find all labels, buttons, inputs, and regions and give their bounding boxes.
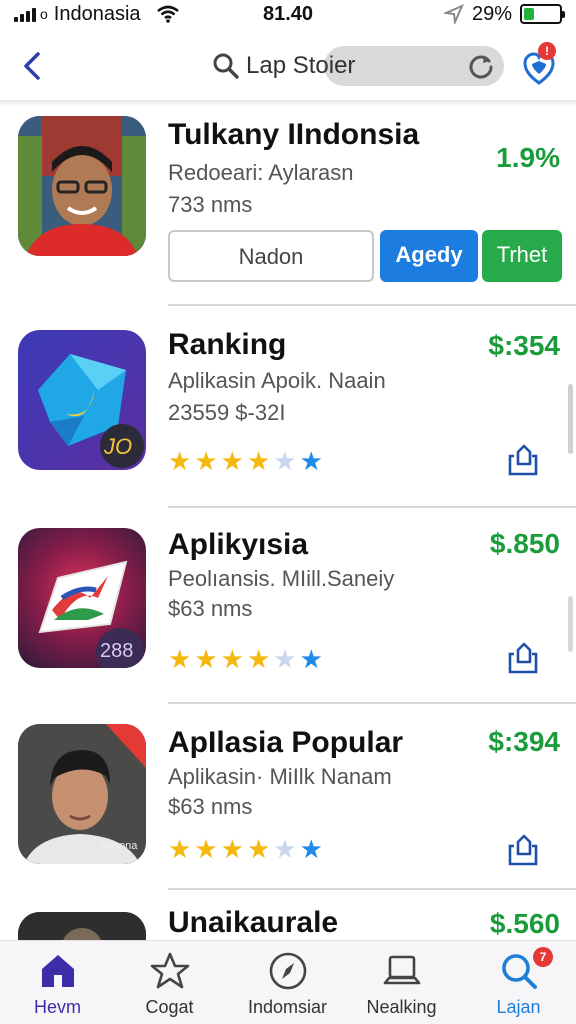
status-left: o Indonasia (14, 3, 179, 26)
star-icon: ★ (194, 446, 218, 476)
share-icon[interactable] (508, 442, 538, 476)
app-size: 23559 $-32I (168, 400, 286, 425)
star-icon: ★ (299, 446, 323, 476)
star-icon: ★ (273, 644, 297, 674)
tab-indomsiar[interactable]: Indomsiar (230, 941, 345, 1024)
app-title: Ranking (168, 328, 287, 361)
tab-label: Indomsiar (247, 997, 328, 1017)
app-thumbnail: JO (18, 330, 146, 470)
star-icon: ★ (168, 834, 192, 864)
location-icon (443, 4, 464, 24)
status-right: 29% (443, 2, 565, 26)
app-title: Tulkany IIndonsia (168, 118, 420, 151)
status-bar: o Indonasia 81.40 29% (0, 0, 576, 28)
person-photo (18, 116, 146, 256)
app-price: $.850 (489, 528, 560, 559)
app-badge: 288 (100, 640, 134, 662)
divider (168, 506, 576, 508)
tab-bar: Hevm Cogat Indomsiar Nealking 7 Lajan (0, 940, 576, 1024)
battery-icon (520, 4, 565, 24)
star-icon: ★ (246, 644, 271, 674)
star-icon: ★ (220, 644, 244, 674)
star-icon: ★ (220, 446, 244, 476)
rating-stars: ★ ★ ★ ★ ★ ★ (168, 836, 323, 862)
carrier-name: Indonasia (53, 2, 141, 25)
nav-shadow (0, 100, 576, 106)
app-size: $63 nms (168, 794, 253, 819)
app-thumbnail (18, 116, 146, 256)
notification-button[interactable]: ! (520, 42, 560, 86)
app-price: $.560 (489, 908, 560, 939)
rating-stars: ★ ★ ★ ★ ★ ★ (168, 646, 323, 672)
home-icon (42, 955, 74, 987)
scrollbar[interactable] (568, 596, 573, 652)
app-price: 1.9% (496, 142, 560, 173)
battery-percent: 29% (471, 2, 512, 25)
app-developer: Redoeari: Aylarasn (168, 160, 354, 185)
nadon-button[interactable]: Nadon (168, 230, 374, 282)
app-title: Unaikaurale (168, 906, 339, 939)
divider (168, 888, 576, 890)
app-price: $:394 (488, 726, 560, 757)
chevron-left-icon[interactable] (18, 48, 46, 84)
app-thumbnail: Aesona (18, 724, 146, 864)
nav-bar: Lap Stoier ! (0, 36, 576, 96)
tab-label: Cogat (145, 997, 194, 1017)
notification-badge: ! (538, 42, 556, 60)
tab-cogat[interactable]: Cogat (112, 941, 227, 1024)
agedy-button[interactable]: Agedy (380, 230, 478, 282)
star-icon: ★ (299, 644, 323, 674)
tab-label: Hevm (33, 997, 81, 1017)
tab-home[interactable]: Hevm (0, 941, 115, 1024)
star-icon: ★ (194, 834, 218, 864)
app-badge: Aesona (100, 840, 138, 852)
trhet-button[interactable]: Trhet (482, 230, 562, 282)
app-thumbnail: 288 (18, 528, 146, 668)
star-icon: ★ (246, 446, 271, 476)
compass-icon (269, 952, 307, 990)
app-title: Aplikyısia (168, 528, 309, 561)
tab-lajan[interactable]: 7 Lajan (461, 941, 576, 1024)
laptop-icon (383, 955, 421, 985)
star-icon: ★ (168, 644, 192, 674)
star-icon: ★ (299, 834, 323, 864)
rating-stars: ★ ★ ★ ★ ★ ★ (168, 448, 323, 474)
search-icon (213, 53, 239, 79)
star-icon: ★ (194, 644, 218, 674)
star-icon: ★ (273, 446, 297, 476)
app-developer: Aplikasin· MiIlk Nanam (168, 764, 392, 789)
tab-label: Lajan (496, 997, 541, 1017)
divider (168, 702, 576, 704)
app-title: ApIlasia Popular (168, 726, 404, 759)
star-icon: ★ (220, 834, 244, 864)
app-size: 733 nms (168, 192, 253, 217)
battery-fill (524, 8, 534, 20)
share-icon[interactable] (508, 832, 538, 866)
signal-dot: o (40, 6, 48, 22)
search-bar[interactable]: Lap Stoier (206, 46, 506, 86)
signal-icon (14, 6, 36, 22)
scrollbar[interactable] (568, 384, 573, 454)
tab-label: Nealking (366, 997, 437, 1017)
app-size: $63 nms (168, 596, 253, 621)
reload-icon[interactable] (468, 53, 494, 79)
star-icon (150, 952, 190, 989)
star-icon: ★ (246, 834, 271, 864)
tab-nealking[interactable]: Nealking (344, 941, 459, 1024)
app-badge: JO (104, 434, 133, 459)
star-icon: ★ (168, 446, 192, 476)
search-label: Lap Stoier (246, 52, 356, 79)
app-developer: Aplikasin Apoik. Naain (168, 368, 386, 393)
divider (168, 304, 576, 306)
star-icon: ★ (273, 834, 297, 864)
wifi-icon (156, 5, 179, 23)
share-icon[interactable] (508, 640, 538, 674)
app-price: $:354 (488, 330, 560, 361)
app-developer: Peolıansis. MIill.Saneiy (168, 566, 395, 591)
tab-badge: 7 (533, 947, 553, 967)
